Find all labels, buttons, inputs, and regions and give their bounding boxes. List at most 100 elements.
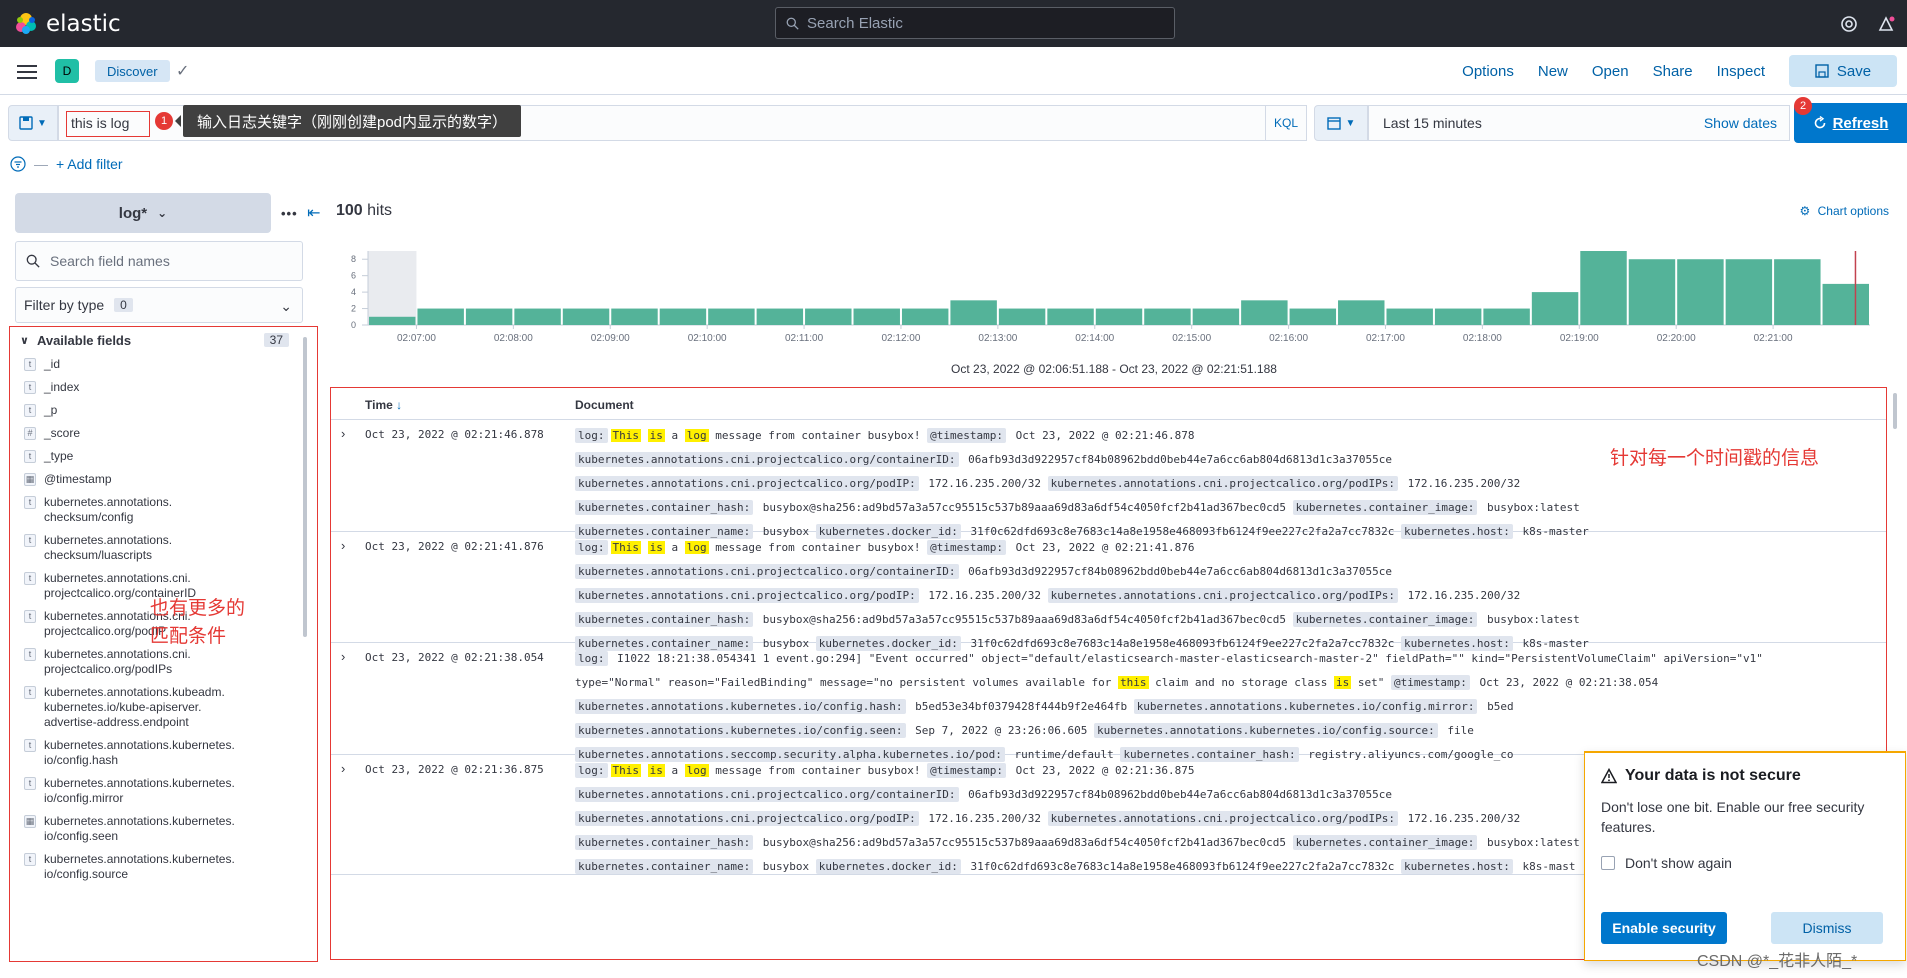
histogram-bar	[1144, 308, 1191, 325]
expand-row-icon[interactable]: ›	[341, 426, 345, 441]
sidebar-scrollbar[interactable]	[303, 337, 307, 637]
query-text[interactable]: this is log	[66, 111, 150, 137]
saved-query-icon	[19, 116, 33, 130]
date-type-icon: ▦	[24, 473, 36, 486]
field-value: 31f0c62dfd693c8e7683c14a8e1958e468093fb6…	[963, 860, 1401, 873]
x-tick-label: 02:17:00	[1366, 333, 1405, 344]
field-value: file	[1440, 724, 1474, 737]
field-value: busybox@sha256:ad9bd57a3a57cc95515c537b8…	[756, 836, 1293, 849]
newsfeed-icon[interactable]	[1874, 12, 1898, 36]
space-avatar[interactable]: D	[55, 59, 79, 83]
expand-row-icon[interactable]: ›	[341, 761, 345, 776]
help-icon[interactable]	[1837, 12, 1861, 36]
step-badge-2: 2	[1794, 97, 1812, 115]
string-type-icon: t	[24, 648, 36, 661]
field-value: busybox	[756, 860, 816, 873]
x-tick-label: 02:07:00	[397, 333, 436, 344]
field-value: Oct 23, 2022 @ 02:21:38.054	[1472, 676, 1659, 689]
field-item[interactable]: t _index	[10, 376, 317, 399]
expand-row-icon[interactable]: ›	[341, 538, 345, 553]
step-badge-1: 1	[155, 112, 173, 130]
table-row[interactable]: › Oct 23, 2022 @ 02:21:38.054 log: I1022 1…	[331, 643, 1886, 762]
field-item[interactable]: t _id	[10, 353, 317, 376]
breadcrumb-discover[interactable]: Discover	[95, 60, 170, 82]
nav-new[interactable]: New	[1538, 63, 1568, 80]
available-fields-label: Available fields	[36, 332, 132, 348]
document-line: type="Normal" reason="FailedBinding" mes…	[575, 671, 1875, 695]
field-key: kubernetes.host:	[1400, 859, 1513, 874]
nav-open[interactable]: Open	[1592, 63, 1629, 80]
nav-inspect[interactable]: Inspect	[1717, 63, 1765, 80]
highlighted-term: is	[1334, 676, 1352, 689]
annotation-timestamp-info: 针对每一个时间戳的信息	[1610, 448, 1820, 469]
x-tick-label: 02:18:00	[1463, 333, 1502, 344]
security-toast: Your data is not secure Don't lose one b…	[1584, 751, 1906, 961]
table-row[interactable]: › Oct 23, 2022 @ 02:21:46.878 log: This is …	[331, 420, 1886, 539]
field-item[interactable]: t _p	[10, 399, 317, 422]
field-item[interactable]: t kubernetes.annotations. checksum/luascr…	[10, 529, 317, 567]
field-key: @timestamp:	[927, 428, 1007, 443]
x-tick-label: 02:13:00	[978, 333, 1017, 344]
field-item[interactable]: t kubernetes.annotations.kubernetes. io/c…	[10, 772, 317, 810]
histogram-bar	[1289, 308, 1337, 325]
toast-body: Don't lose one bit. Enable our free secu…	[1601, 799, 1865, 835]
chevron-down-icon: ⌄	[157, 206, 168, 220]
field-item[interactable]: t kubernetes.annotations.kubernetes. io/c…	[10, 734, 317, 772]
field-key: @timestamp:	[927, 763, 1007, 778]
column-time-label: Time	[365, 398, 393, 412]
chart-options-button[interactable]: ⚙ Chart options	[1800, 204, 1889, 218]
field-value: busybox:latest	[1480, 836, 1580, 849]
table-header: Time ↓ Document	[331, 388, 1886, 420]
field-item[interactable]: # _score	[10, 422, 317, 445]
field-value: Sep 7, 2022 @ 23:26:06.605	[908, 724, 1094, 737]
more-options-icon[interactable]: •••	[281, 206, 298, 221]
field-item[interactable]: ▦ @timestamp	[10, 468, 317, 491]
index-pattern-selector[interactable]: log* ⌄	[15, 193, 271, 233]
global-search-input[interactable]: Search Elastic	[775, 7, 1175, 39]
table-scrollbar[interactable]	[1893, 393, 1897, 429]
field-key: log:	[575, 651, 608, 666]
add-filter-button[interactable]: + Add filter	[56, 156, 123, 172]
quick-time-button[interactable]: ▼	[1314, 105, 1368, 141]
menu-toggle-icon[interactable]	[17, 61, 37, 83]
elastic-logo[interactable]: elastic	[14, 11, 121, 37]
histogram-chart[interactable]: 0 2 4 6 8 02:07:00 02:08:00 02:09:00 02:10:00 02:…	[330, 245, 1907, 355]
histogram-bar	[1483, 308, 1530, 325]
field-key: kubernetes.annotations.cni.projectcalico…	[1047, 811, 1398, 826]
field-item[interactable]: t kubernetes.annotations.kubernetes. io/c…	[10, 848, 317, 886]
saved-query-button[interactable]: ▼	[8, 105, 58, 141]
show-dates-link[interactable]: Show dates	[1704, 115, 1777, 131]
expand-row-icon[interactable]: ›	[341, 649, 345, 664]
kql-toggle[interactable]: KQL	[1265, 106, 1306, 140]
nav-options[interactable]: Options	[1462, 63, 1514, 80]
histogram-bar	[611, 308, 658, 325]
save-button[interactable]: Save	[1789, 55, 1897, 87]
field-key: kubernetes.annotations.kubernetes.io/con…	[575, 699, 906, 714]
filter-icon[interactable]	[10, 156, 26, 172]
field-key: kubernetes.annotations.cni.projectcalico…	[1047, 476, 1398, 491]
field-item[interactable]: t kubernetes.annotations. checksum/config	[10, 491, 317, 529]
available-fields-header[interactable]: ∨ Available fields 37	[10, 327, 317, 353]
collapse-sidebar-icon[interactable]: ⇤	[307, 203, 320, 223]
field-value: 172.16.235.200/32	[1400, 812, 1521, 825]
dismiss-button[interactable]: Dismiss	[1771, 912, 1883, 944]
field-item[interactable]: ▦ kubernetes.annotations.kubernetes. io/c…	[10, 810, 317, 848]
field-item[interactable]: t _type	[10, 445, 317, 468]
dont-show-again-checkbox[interactable]: Don't show again	[1601, 855, 1889, 871]
enable-security-button[interactable]: Enable security	[1601, 912, 1727, 944]
sort-arrow-icon: ↓	[396, 398, 403, 412]
histogram-bar	[514, 308, 561, 325]
field-item[interactable]: t kubernetes.annotations.kubeadm. kuberne…	[10, 681, 317, 734]
field-value: busybox@sha256:ad9bd57a3a57cc95515c537b8…	[756, 613, 1293, 626]
histogram-bar	[901, 308, 949, 325]
checkbox-box[interactable]	[1601, 856, 1615, 870]
filter-by-type-button[interactable]: Filter by type 0 ⌄	[15, 287, 303, 323]
column-time[interactable]: Time ↓	[365, 398, 402, 412]
nav-share[interactable]: Share	[1653, 63, 1693, 80]
table-row[interactable]: › Oct 23, 2022 @ 02:21:41.876 log: This is …	[331, 532, 1886, 651]
time-range-picker[interactable]: Last 15 minutes Show dates	[1368, 105, 1790, 141]
chevron-down-icon: ▼	[37, 117, 47, 129]
field-key: log:	[575, 540, 608, 555]
field-search-input[interactable]: Search field names	[15, 241, 303, 281]
y-tick-label: 2	[351, 304, 356, 314]
